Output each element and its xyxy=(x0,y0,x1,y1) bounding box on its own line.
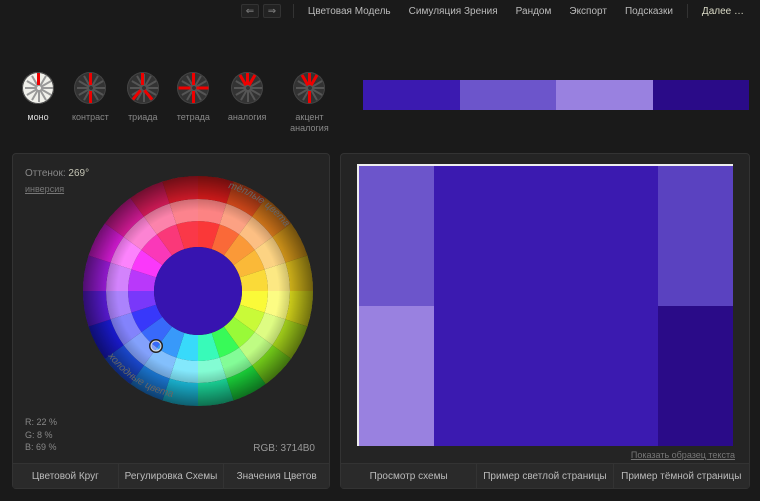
mode-label: тетрада xyxy=(177,112,210,123)
left-tabs: Цветовой КругРегулировка СхемыЗначения Ц… xyxy=(13,463,329,488)
invert-link[interactable]: инверсия xyxy=(25,184,64,194)
preview-frame xyxy=(357,164,733,446)
preview-cell-0 xyxy=(359,166,434,306)
mode-label: моно xyxy=(27,112,48,123)
preview-cell-3 xyxy=(359,306,434,446)
rgb-hex: RGB: 3714B0 xyxy=(253,443,315,454)
top-link-цветовая-модель[interactable]: Цветовая Модель xyxy=(300,2,399,21)
swatch-3[interactable] xyxy=(653,80,750,110)
mode-label: контраст xyxy=(72,112,109,123)
mode-wheel-icon xyxy=(74,72,106,104)
top-link-симуляция-зрения[interactable]: Симуляция Зрения xyxy=(401,2,506,21)
mode-wheel-icon xyxy=(127,72,159,104)
back-button[interactable]: ⇐ xyxy=(241,4,259,18)
mode-wheel-icon xyxy=(231,72,263,104)
mode-триада[interactable]: триада xyxy=(127,72,159,134)
right-tab-пример-светлой-страницы[interactable]: Пример светлой страницы xyxy=(477,464,613,488)
forward-button[interactable]: ⇒ xyxy=(263,4,281,18)
color-wheel[interactable]: тёплые цвета холодные цвета xyxy=(73,166,323,416)
mode-wheel-icon xyxy=(177,72,209,104)
preview-cell-1 xyxy=(434,166,658,446)
mode-label: аналогия xyxy=(228,112,267,123)
nav-arrows: ⇐ ⇒ xyxy=(241,4,281,18)
right-tab-пример-тёмной-страницы[interactable]: Пример тёмной страницы xyxy=(614,464,749,488)
show-sample-link[interactable]: Показать образец текста xyxy=(631,450,735,460)
top-link-рандом[interactable]: Рандом xyxy=(508,2,560,21)
mode-тетрада[interactable]: тетрада xyxy=(177,72,210,134)
top-link-подсказки[interactable]: Подсказки xyxy=(617,2,681,21)
top-link-more[interactable]: Далее … xyxy=(694,2,752,21)
mode-label: акцент аналогия xyxy=(284,112,334,134)
rgb-percentages: R: 22 % G: 8 % B: 69 % xyxy=(25,416,57,454)
panel-color-wheel: Оттенок: 269° инверсия тёплые цвета холо… xyxy=(12,153,330,489)
preview-grid xyxy=(359,166,733,446)
mode-wheel-icon xyxy=(22,72,54,104)
top-bar: ⇐ ⇒ Цветовая МодельСимуляция ЗренияРандо… xyxy=(0,0,760,22)
left-tab-цветовой-круг[interactable]: Цветовой Круг xyxy=(13,464,119,488)
right-tabs: Просмотр схемыПример светлой страницыПри… xyxy=(341,463,749,488)
mode-акцент-аналогия[interactable]: акцент аналогия xyxy=(284,72,334,134)
scheme-modes: моно контраст триада тетрада аналогия акцент … xyxy=(22,72,334,134)
panel-preview: Показать образец текста Просмотр схемыПр… xyxy=(340,153,750,489)
top-link-экспорт[interactable]: Экспорт xyxy=(561,2,615,21)
swatch-row xyxy=(363,80,749,110)
mode-контраст[interactable]: контраст xyxy=(72,72,109,134)
swatch-2[interactable] xyxy=(556,80,653,110)
swatch-1[interactable] xyxy=(460,80,557,110)
left-tab-регулировка-схемы[interactable]: Регулировка Схемы xyxy=(119,464,225,488)
left-tab-значения-цветов[interactable]: Значения Цветов xyxy=(224,464,329,488)
preview-cell-2 xyxy=(658,166,733,306)
mode-моно[interactable]: моно xyxy=(22,72,54,134)
preview-cell-4 xyxy=(658,306,733,446)
right-tab-просмотр-схемы[interactable]: Просмотр схемы xyxy=(341,464,477,488)
mode-label: триада xyxy=(128,112,157,123)
mode-аналогия[interactable]: аналогия xyxy=(228,72,267,134)
swatch-0[interactable] xyxy=(363,80,460,110)
mode-wheel-icon xyxy=(293,72,325,104)
